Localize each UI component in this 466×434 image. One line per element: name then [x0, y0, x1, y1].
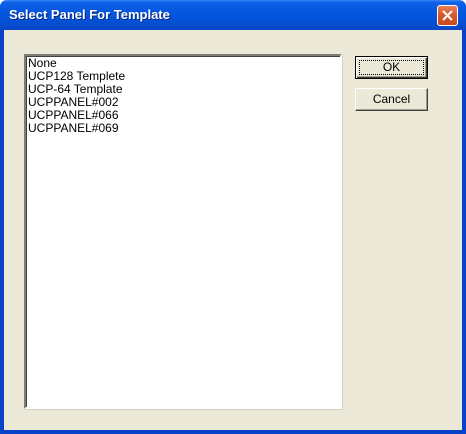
- ok-button-label: OK: [382, 60, 401, 74]
- window-title: Select Panel For Template: [9, 7, 170, 22]
- cancel-button[interactable]: Cancel: [355, 88, 428, 111]
- list-item[interactable]: UCPPANEL#069: [26, 122, 340, 135]
- dialog-window: Select Panel For Template None UCP128 Tem…: [0, 0, 466, 434]
- panel-listbox[interactable]: None UCP128 Templete UCP-64 Template UCPPAN…: [24, 54, 342, 409]
- title-bar[interactable]: Select Panel For Template: [0, 0, 466, 30]
- panel-list: None UCP128 Templete UCP-64 Template UCPPAN…: [26, 56, 340, 135]
- ok-button[interactable]: OK: [355, 56, 428, 79]
- cancel-button-label: Cancel: [372, 92, 411, 106]
- close-icon: [442, 10, 453, 21]
- dialog-body: None UCP128 Templete UCP-64 Template UCPPAN…: [4, 30, 462, 430]
- close-button[interactable]: [437, 5, 458, 26]
